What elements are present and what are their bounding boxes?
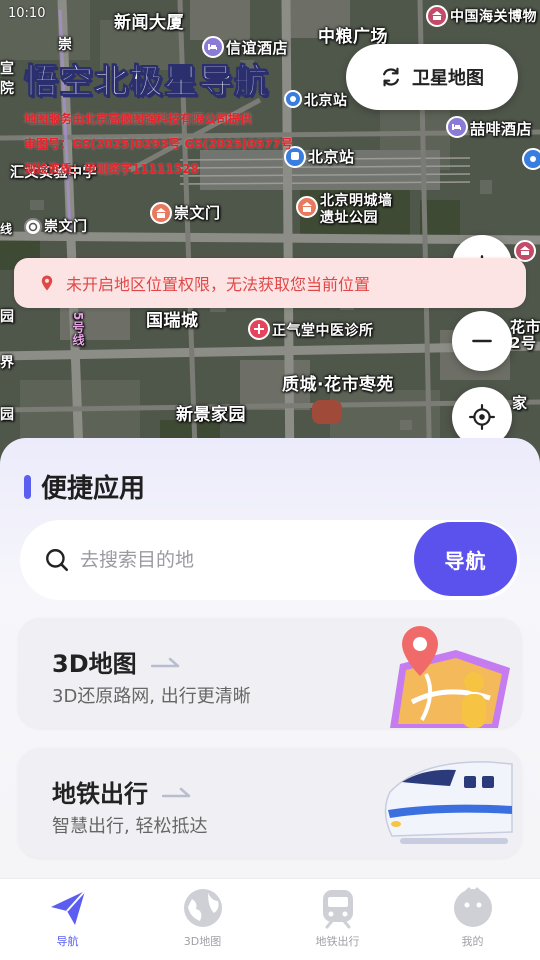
poi-west-yuan: 园 [0, 309, 15, 325]
crosshair-icon [469, 404, 495, 430]
satellite-map-label: 卫星地图 [412, 68, 484, 89]
section-header: 便捷应用 [24, 468, 145, 505]
hotel-pin-icon[interactable] [446, 116, 468, 138]
section-accent-bar [24, 474, 31, 499]
tab-metro[interactable]: 地铁出行 [270, 879, 405, 960]
tab-navigation-label: 导航 [56, 935, 79, 948]
globe-icon [183, 889, 222, 927]
bullet-train-illustration-icon [384, 761, 513, 844]
status-time: 10:10 [8, 6, 46, 21]
poi-ming-wall-park: 遗址公园 [320, 210, 378, 226]
card-3d-map-subtitle: 3D还原路网, 出行更清晰 [52, 686, 251, 707]
permission-message: 未开启地区位置权限，无法获取您当前位置 [66, 275, 371, 294]
location-permission-banner[interactable]: 未开启地区位置权限，无法获取您当前位置 [14, 258, 526, 308]
poi-west-jie: 界 [0, 355, 15, 371]
map-3d-illustration-icon [390, 626, 510, 728]
poi-east-line: 线 [0, 222, 13, 236]
quick-apps-sheet: 便捷应用 导航 3D地图 3D还原路网, 出行更清晰 [0, 438, 540, 878]
arrow-right-icon [150, 657, 179, 667]
poi-zhefei-hotel: 喆啡酒店 [470, 120, 533, 138]
poi-west-yuan-2: 园 [0, 407, 15, 423]
destination-search-input[interactable] [80, 549, 380, 571]
poi-customs-museum: 中国海关博物 [450, 9, 537, 25]
section-title: 便捷应用 [41, 474, 146, 504]
tab-3d-map[interactable]: 3D地图 [135, 879, 270, 960]
poi-beijing-station: 北京站 [308, 148, 355, 166]
card-3d-map-title-row: 3D地图 [52, 644, 181, 679]
poi-east-jia: 家 [512, 394, 528, 412]
map-licence-qualification: 测绘资质：甲测资字11111528 [24, 162, 199, 176]
satellite-map-toggle[interactable]: 卫星地图 [346, 44, 518, 110]
tab-3d-map-label: 3D地图 [183, 935, 222, 948]
poi-north-chong: 崇 [58, 37, 73, 53]
landmark-pin-icon[interactable] [296, 196, 318, 218]
map-licence-provider: 地图服务由北京高德图强科技有限公司提供 [24, 112, 253, 126]
tab-navigation[interactable]: 导航 [0, 879, 135, 960]
card-metro-title-row: 地铁出行 [52, 774, 192, 809]
zoom-out-button[interactable] [452, 311, 512, 371]
card-metro-title: 地铁出行 [52, 780, 148, 808]
brand-title: 悟空北极星导航 [24, 62, 269, 103]
poi-chongwenmen-metro: 崇文门 [44, 219, 88, 235]
landmark-pin-icon[interactable] [150, 202, 172, 224]
navigate-button[interactable]: 导航 [414, 522, 517, 596]
poi-zhengqitang: 正气堂中医诊所 [272, 323, 374, 339]
map-licence-review-number: 审图号：GS(2025)0293号 GS(2025)0577号 [24, 137, 293, 151]
satellite-map[interactable]: 10:10 新闻大厦 中粮广场 中国海关博物 信谊酒店 崇 宣 院 北京站 北京… [0, 0, 540, 480]
arrow-right-icon [162, 787, 191, 797]
clinic-pin-icon[interactable] [248, 318, 270, 340]
tab-profile-label: 我的 [461, 935, 484, 948]
metro-line-5-label: 5号线 [71, 312, 85, 346]
card-metro-travel[interactable]: 地铁出行 智慧出行, 轻松抵达 [18, 748, 522, 858]
poi-guoruicheng: 国瑞城 [146, 311, 199, 331]
poi-news-building: 新闻大厦 [114, 13, 184, 33]
profile-icon [453, 887, 492, 927]
refresh-icon [383, 67, 399, 87]
location-pin-icon[interactable] [522, 148, 540, 170]
card-metro-subtitle: 智慧出行, 轻松抵达 [52, 816, 208, 837]
location-pin-icon [41, 275, 53, 291]
poi-north-xuan: 宣 [0, 61, 15, 77]
minus-icon [472, 339, 492, 343]
card-3d-map[interactable]: 3D地图 3D还原路网, 出行更清晰 [18, 618, 522, 728]
poi-north-yuan: 院 [0, 81, 15, 97]
paper-plane-icon [50, 890, 86, 925]
poi-chongwenmen: 崇文门 [174, 204, 221, 222]
poi-xinjing-jiayuan: 新景家园 [176, 405, 246, 425]
metro-pin-icon[interactable] [284, 90, 302, 108]
bottom-tab-bar: 导航 3D地图 地铁出行 我的 [0, 878, 540, 960]
museum-pin-icon[interactable] [426, 5, 448, 27]
poi-east-2hao: 2号 [510, 334, 537, 352]
search-icon [46, 549, 69, 572]
card-3d-map-title: 3D地图 [52, 650, 137, 678]
tab-profile[interactable]: 我的 [405, 879, 540, 960]
poi-huashi-zaoyuan: 质城·花市枣苑 [282, 375, 394, 395]
search-bar[interactable]: 导航 [20, 520, 520, 600]
poi-beijing-station-metro: 北京站 [304, 93, 348, 109]
metro-station-icon[interactable] [24, 218, 42, 236]
tab-metro-label: 地铁出行 [315, 935, 360, 948]
train-icon [322, 890, 353, 929]
app-screen: 10:10 新闻大厦 中粮广场 中国海关博物 信谊酒店 崇 宣 院 北京站 北京… [0, 0, 540, 960]
